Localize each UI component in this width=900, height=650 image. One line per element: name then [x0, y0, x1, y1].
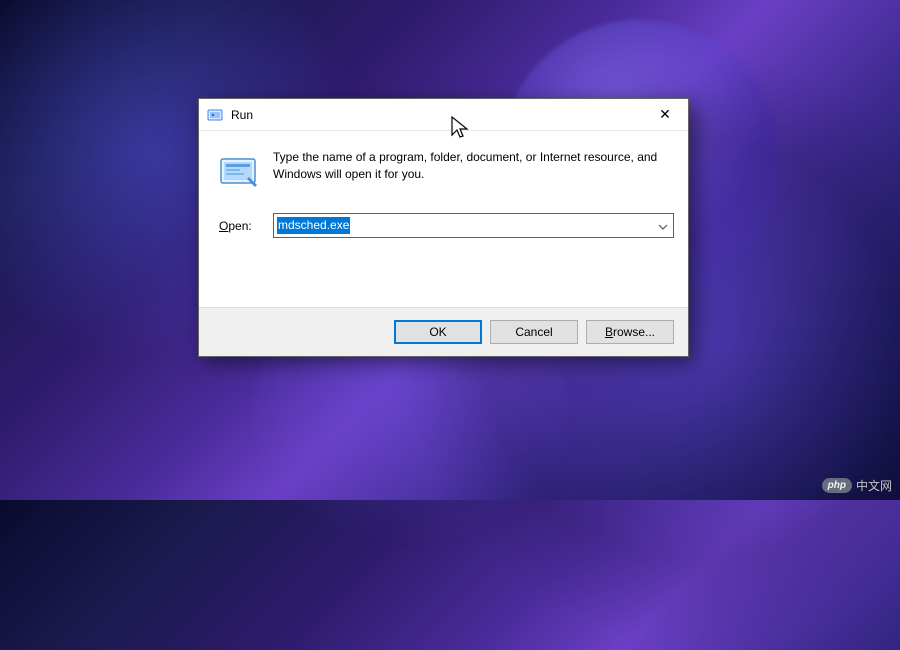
dialog-title: Run: [231, 108, 642, 122]
instruction-text: Type the name of a program, folder, docu…: [273, 149, 674, 184]
cancel-button[interactable]: Cancel: [490, 320, 578, 344]
watermark: php 中文网: [822, 477, 892, 494]
close-button[interactable]: ✕: [642, 99, 688, 131]
run-program-icon: [219, 151, 259, 191]
open-label: Open:: [219, 219, 259, 233]
ok-button[interactable]: OK: [394, 320, 482, 344]
dialog-body: Type the name of a program, folder, docu…: [199, 131, 688, 307]
open-combobox[interactable]: mdsched.exe: [273, 213, 674, 238]
close-icon: ✕: [659, 106, 671, 123]
run-dialog: Run ✕ Type the name of a program, folder…: [198, 98, 689, 357]
run-titlebar-icon: [207, 107, 223, 123]
button-bar: OK Cancel Browse...: [199, 307, 688, 356]
open-input-selection: mdsched.exe: [277, 217, 350, 234]
watermark-text: 中文网: [856, 477, 892, 494]
watermark-badge: php: [822, 478, 852, 493]
titlebar[interactable]: Run ✕: [199, 99, 688, 131]
browse-button[interactable]: Browse...: [586, 320, 674, 344]
